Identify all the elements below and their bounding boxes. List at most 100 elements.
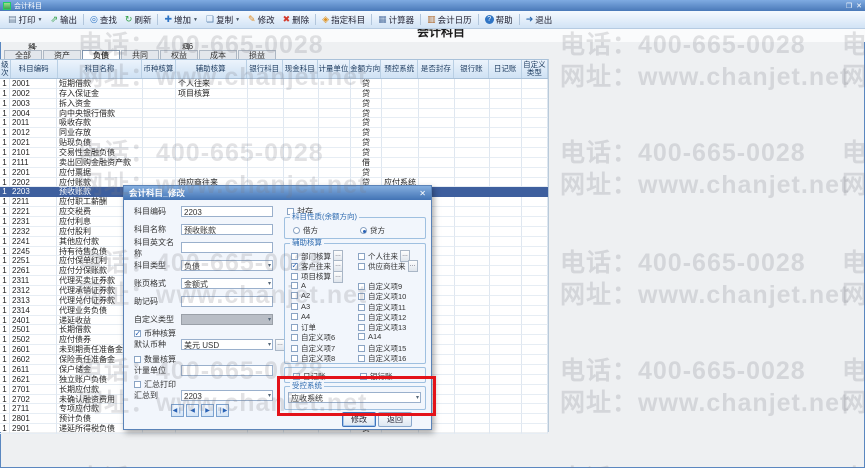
column-header[interactable]: 级次 <box>0 60 11 78</box>
指定科目-toolbar-button[interactable]: ◈ 指定科目 <box>318 14 369 26</box>
column-header[interactable]: 预控系统 <box>381 60 419 78</box>
checkbox[interactable] <box>291 252 298 260</box>
debit-radio[interactable] <box>293 227 300 234</box>
checkbox[interactable] <box>291 334 298 342</box>
english-name-input[interactable] <box>181 242 273 253</box>
checkbox[interactable] <box>358 282 365 290</box>
toolbar: ▤ 打印 ▼ ⇗ 输出 ◎ 查找 ↻ 刷新 ✚ 增加 ▼ ❏ 复制 ▼ ✎ 修改 ✖ 删除 ◈ 指定科目 ▦ 计算器 ▥ 会计日… <box>0 11 865 29</box>
next-record-button[interactable]: ▶ <box>201 404 214 417</box>
table-row[interactable]: 1 2012 同业存放 贷 <box>0 128 548 139</box>
aux-item-A2[interactable]: A2 <box>291 291 310 300</box>
mnemonic-input[interactable] <box>181 296 273 307</box>
summary-print-checkbox[interactable] <box>134 381 141 388</box>
default-currency-select[interactable]: 美元 USD <box>181 339 273 350</box>
checkbox[interactable] <box>291 273 298 281</box>
复制-toolbar-button[interactable]: ❏ 复制 ▼ <box>202 14 244 26</box>
增加-toolbar-button[interactable]: ✚ 增加 ▼ <box>160 14 202 26</box>
code-input[interactable]: 2203 <box>181 206 273 217</box>
会计日历-toolbar-button[interactable]: ▥ 会计日历 <box>423 14 476 26</box>
checkbox[interactable] <box>358 303 365 311</box>
checkbox[interactable] <box>291 302 298 310</box>
退出-toolbar-button[interactable]: ➜ 退出 <box>522 14 557 26</box>
checkbox[interactable] <box>358 324 365 332</box>
column-header[interactable]: 金额方向 <box>350 60 382 78</box>
aux-item-A[interactable]: A <box>291 281 306 290</box>
checkbox[interactable] <box>291 281 298 289</box>
table-row[interactable]: 1 2021 贴现负债 贷 <box>0 138 548 149</box>
aux-item-A14[interactable]: A14 <box>358 332 381 341</box>
credit-radio[interactable] <box>360 227 367 234</box>
checkbox[interactable] <box>291 355 298 362</box>
column-header[interactable]: 日记账 <box>489 60 522 78</box>
checkbox[interactable] <box>291 292 298 300</box>
currency-checkbox[interactable] <box>134 329 141 338</box>
column-header[interactable]: 科目编码 <box>11 60 58 78</box>
type-select[interactable]: 负债 <box>181 260 273 271</box>
column-header[interactable]: 银行账 <box>454 60 490 78</box>
checkbox[interactable] <box>291 312 298 320</box>
prev-record-button[interactable]: ◀ <box>186 404 199 417</box>
帮助-toolbar-button[interactable]: ? 帮助 <box>481 14 517 26</box>
tab-全部[interactable]: 全部 <box>4 50 42 60</box>
tab-共同[interactable]: 共同 <box>121 50 159 60</box>
tab-损益[interactable]: 损益 <box>238 50 276 60</box>
table-row[interactable]: 1 2201 应付票据 贷 <box>0 167 548 178</box>
table-row[interactable]: 1 2101 交易性金融负债 贷 <box>0 148 548 158</box>
tab-负债[interactable]: 负债 <box>82 50 120 60</box>
column-header[interactable]: 自定义类型 <box>522 60 548 78</box>
打印-toolbar-button[interactable]: ▤ 打印 ▼ <box>4 14 46 26</box>
checkbox[interactable] <box>358 293 365 301</box>
unit-input[interactable] <box>181 365 273 376</box>
column-header[interactable]: 币种核算 <box>142 60 176 78</box>
dialog-titlebar[interactable]: 会计科目_修改 ✕ <box>124 186 431 200</box>
table-row[interactable]: 1 2111 卖出回购金融资产款 借 <box>0 157 548 168</box>
table-row[interactable]: 1 2001 短期借款 个人往来 贷 <box>0 79 548 89</box>
查找-toolbar-button[interactable]: ◎ 查找 <box>86 14 121 26</box>
column-header[interactable]: 计量单位 <box>318 60 351 78</box>
table-row[interactable]: 1 2004 向中央银行借款 贷 <box>0 108 548 119</box>
checkbox[interactable] <box>358 262 365 270</box>
checkbox[interactable] <box>358 252 365 260</box>
table-row[interactable]: 1 2002 存入保证金 项目核算 贷 <box>0 88 548 99</box>
watermark-phone: 电话：400-665-0028 <box>842 249 865 277</box>
restore-icon[interactable]: ❐ <box>846 2 852 10</box>
name-input[interactable]: 预收账款 <box>181 224 273 235</box>
more-button[interactable]: … <box>407 260 418 273</box>
column-header[interactable]: 银行科目 <box>247 60 283 78</box>
删除-toolbar-button[interactable]: ✖ 删除 <box>279 14 314 26</box>
table-row[interactable]: 1 2011 吸收存款 贷 <box>0 118 548 129</box>
last-record-button[interactable]: ❘▶ <box>216 404 229 417</box>
column-header[interactable]: 科目名称 <box>58 60 143 78</box>
checkbox[interactable] <box>291 344 298 352</box>
checkbox[interactable] <box>291 324 298 332</box>
column-header[interactable]: 是否封存 <box>418 60 455 78</box>
dialog-close-icon[interactable]: ✕ <box>419 189 426 198</box>
aux-item-自定义项16[interactable]: 自定义项16 <box>358 353 406 364</box>
table-row[interactable]: 1 2003 拆入资金 贷 <box>0 98 548 109</box>
tab-资产[interactable]: 资产 <box>43 50 81 60</box>
format-select[interactable]: 金额式 <box>181 278 273 289</box>
table-cell: 1 <box>0 98 10 109</box>
aux-item-供应商往来[interactable]: 供应商往来… <box>358 260 418 273</box>
quantity-checkbox[interactable] <box>134 356 141 363</box>
more-button[interactable]: … <box>333 270 343 283</box>
checkbox[interactable] <box>358 344 365 352</box>
tab-权益[interactable]: 权益 <box>160 50 198 60</box>
checkbox[interactable] <box>358 313 365 321</box>
aux-item-A4[interactable]: A4 <box>291 312 310 321</box>
aux-item-自定义项8[interactable]: 自定义项8 <box>291 353 335 364</box>
checkbox[interactable] <box>291 261 298 270</box>
first-record-button[interactable]: ◀❘ <box>171 404 184 417</box>
修改-toolbar-button[interactable]: ✎ 修改 <box>244 14 279 26</box>
column-header[interactable]: 现金科目 <box>283 60 318 78</box>
tab-成本[interactable]: 成本 <box>199 50 237 60</box>
column-header[interactable]: 辅助核算 <box>176 60 247 78</box>
计算器-toolbar-button[interactable]: ▦ 计算器 <box>374 14 418 26</box>
刷新-toolbar-button[interactable]: ↻ 刷新 <box>121 14 156 26</box>
输出-toolbar-button[interactable]: ⇗ 输出 <box>46 14 81 26</box>
aux-item-A3[interactable]: A3 <box>291 302 310 311</box>
close-icon[interactable]: ✕ <box>856 2 862 10</box>
checkbox[interactable] <box>358 333 365 341</box>
summary-to-select[interactable]: 2203 <box>181 390 273 401</box>
checkbox[interactable] <box>358 355 365 362</box>
